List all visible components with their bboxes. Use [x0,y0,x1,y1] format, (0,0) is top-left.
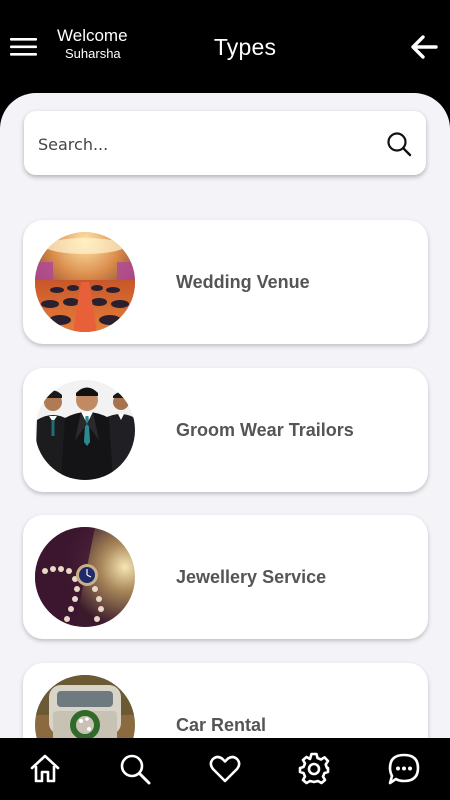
type-label: Groom Wear Trailors [176,419,354,440]
heart-icon [209,755,241,783]
search-submit-button[interactable] [386,131,412,157]
search-input[interactable] [36,111,380,177]
type-card-car-rental[interactable]: Car Rental [23,662,428,738]
type-card-groom-wear[interactable]: Groom Wear Trailors [23,367,428,492]
type-label: Jewellery Service [176,567,327,587]
bottom-navigation [0,738,450,800]
type-card-jewellery-service[interactable]: Jewellery Service [23,515,428,639]
groom-wear-image [35,379,135,480]
type-card-wedding-venue[interactable]: Wedding Venue [23,220,428,344]
app-screen: Welcome Suharsha Types Search... Wedding… [0,0,450,800]
type-label: Car Rental [176,714,267,735]
nav-home[interactable] [28,752,62,786]
nav-settings[interactable] [297,752,331,786]
nav-search[interactable] [118,752,152,786]
page-title: Types [213,34,277,60]
search-icon [120,754,151,785]
arrow-left-icon [411,35,438,59]
back-button[interactable] [410,34,438,60]
jewellery-image [35,527,135,627]
home-icon [30,754,60,783]
types-list: Wedding Venue Groom Wear Trailors Jewell… [23,220,428,738]
wedding-venue-image [35,232,135,332]
search-icon [387,132,412,157]
type-label: Wedding Venue [176,272,310,292]
nav-favorites[interactable] [208,752,242,786]
search-bar [24,111,426,177]
chat-bubble-icon [388,753,420,785]
car-rental-image [35,674,135,738]
nav-chat[interactable] [387,752,421,786]
content-panel: Wedding Venue [0,93,450,738]
gear-icon [298,752,330,785]
app-header: Welcome Suharsha Types [0,0,450,95]
